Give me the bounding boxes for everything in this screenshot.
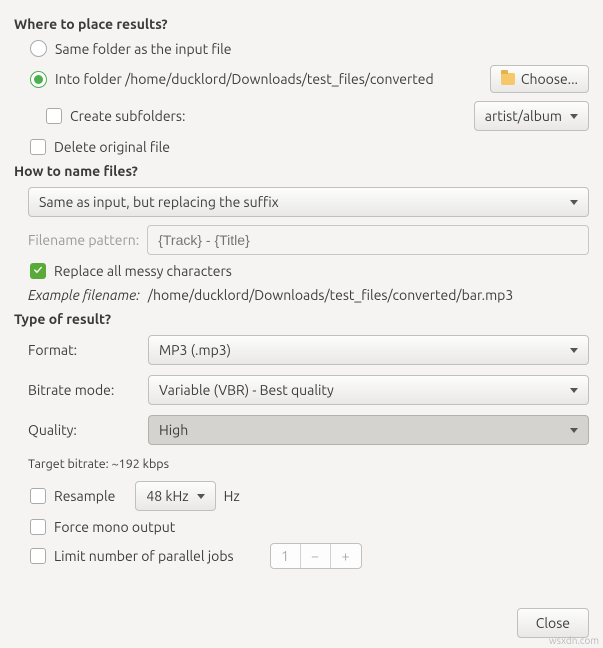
create-subfolders-label: Create subfolders: (70, 108, 185, 124)
radio-icon (30, 40, 47, 57)
create-subfolders-checkbox[interactable] (46, 108, 62, 124)
chevron-down-icon (570, 114, 578, 119)
resample-rate-value: 48 kHz (146, 488, 188, 504)
format-label: Format: (28, 342, 138, 358)
folder-icon (501, 73, 515, 85)
choose-folder-button[interactable]: Choose... (490, 65, 589, 93)
target-bitrate-text: Target bitrate: ~192 kbps (28, 457, 589, 471)
format-select[interactable]: MP3 (.mp3) (148, 335, 589, 365)
chevron-down-icon (570, 348, 578, 353)
resample-label: Resample (54, 488, 115, 504)
delete-original-label: Delete original file (54, 139, 170, 155)
quality-value: High (159, 422, 188, 438)
bitrate-mode-select[interactable]: Variable (VBR) - Best quality (148, 375, 589, 405)
format-value: MP3 (.mp3) (159, 342, 231, 358)
radio-same-folder-label: Same folder as the input file (55, 41, 232, 57)
resample-rate-select[interactable]: 48 kHz (135, 481, 215, 511)
limit-jobs-label: Limit number of parallel jobs (54, 548, 234, 564)
watermark-text: wsxdn.com (549, 635, 599, 646)
limit-jobs-checkbox[interactable] (30, 548, 46, 564)
resample-unit: Hz (224, 488, 240, 504)
section-title-name: How to name files? (14, 163, 589, 179)
example-filename-value: /home/ducklord/Downloads/test_files/conv… (148, 287, 513, 303)
chevron-down-icon (570, 388, 578, 393)
delete-original-row[interactable]: Delete original file (30, 139, 589, 155)
choose-label: Choose... (521, 71, 578, 87)
limit-jobs-value: 1 (271, 544, 301, 568)
filename-pattern-input (147, 225, 589, 255)
plus-icon[interactable]: + (331, 544, 361, 568)
quality-select[interactable]: High (148, 415, 589, 445)
force-mono-row[interactable]: Force mono output (30, 519, 589, 535)
replace-messy-checkbox (30, 263, 46, 279)
chevron-down-icon (570, 428, 578, 433)
resample-checkbox[interactable] (30, 488, 46, 504)
force-mono-label: Force mono output (54, 519, 175, 535)
close-label: Close (536, 615, 570, 631)
section-title-result: Type of result? (14, 311, 589, 327)
radio-icon (30, 71, 47, 88)
section-title-place: Where to place results? (14, 16, 589, 32)
example-filename-label: Example filename: (28, 287, 140, 303)
limit-jobs-stepper[interactable]: 1 − + (270, 543, 362, 569)
name-mode-select[interactable]: Same as input, but replacing the suffix (28, 187, 589, 217)
bitrate-mode-value: Variable (VBR) - Best quality (159, 382, 334, 398)
force-mono-checkbox (30, 519, 46, 535)
radio-into-folder-row[interactable]: Into folder /home/ducklord/Downloads/tes… (30, 65, 589, 93)
chevron-down-icon (570, 200, 578, 205)
name-mode-value: Same as input, but replacing the suffix (39, 194, 279, 210)
delete-original-checkbox (30, 139, 46, 155)
replace-messy-label: Replace all messy characters (54, 263, 232, 279)
radio-same-folder-row[interactable]: Same folder as the input file (30, 40, 589, 57)
bitrate-mode-label: Bitrate mode: (28, 382, 138, 398)
filename-pattern-label: Filename pattern: (28, 232, 139, 248)
subfolder-pattern-select[interactable]: artist/album (474, 101, 589, 131)
quality-label: Quality: (28, 422, 138, 438)
chevron-down-icon (197, 494, 205, 499)
create-subfolders-row: Create subfolders: artist/album (46, 101, 589, 131)
minus-icon[interactable]: − (301, 544, 331, 568)
close-button[interactable]: Close (517, 608, 589, 638)
replace-messy-row[interactable]: Replace all messy characters (30, 263, 589, 279)
radio-into-folder-label: Into folder /home/ducklord/Downloads/tes… (55, 71, 434, 87)
subfolder-pattern-value: artist/album (485, 108, 562, 124)
